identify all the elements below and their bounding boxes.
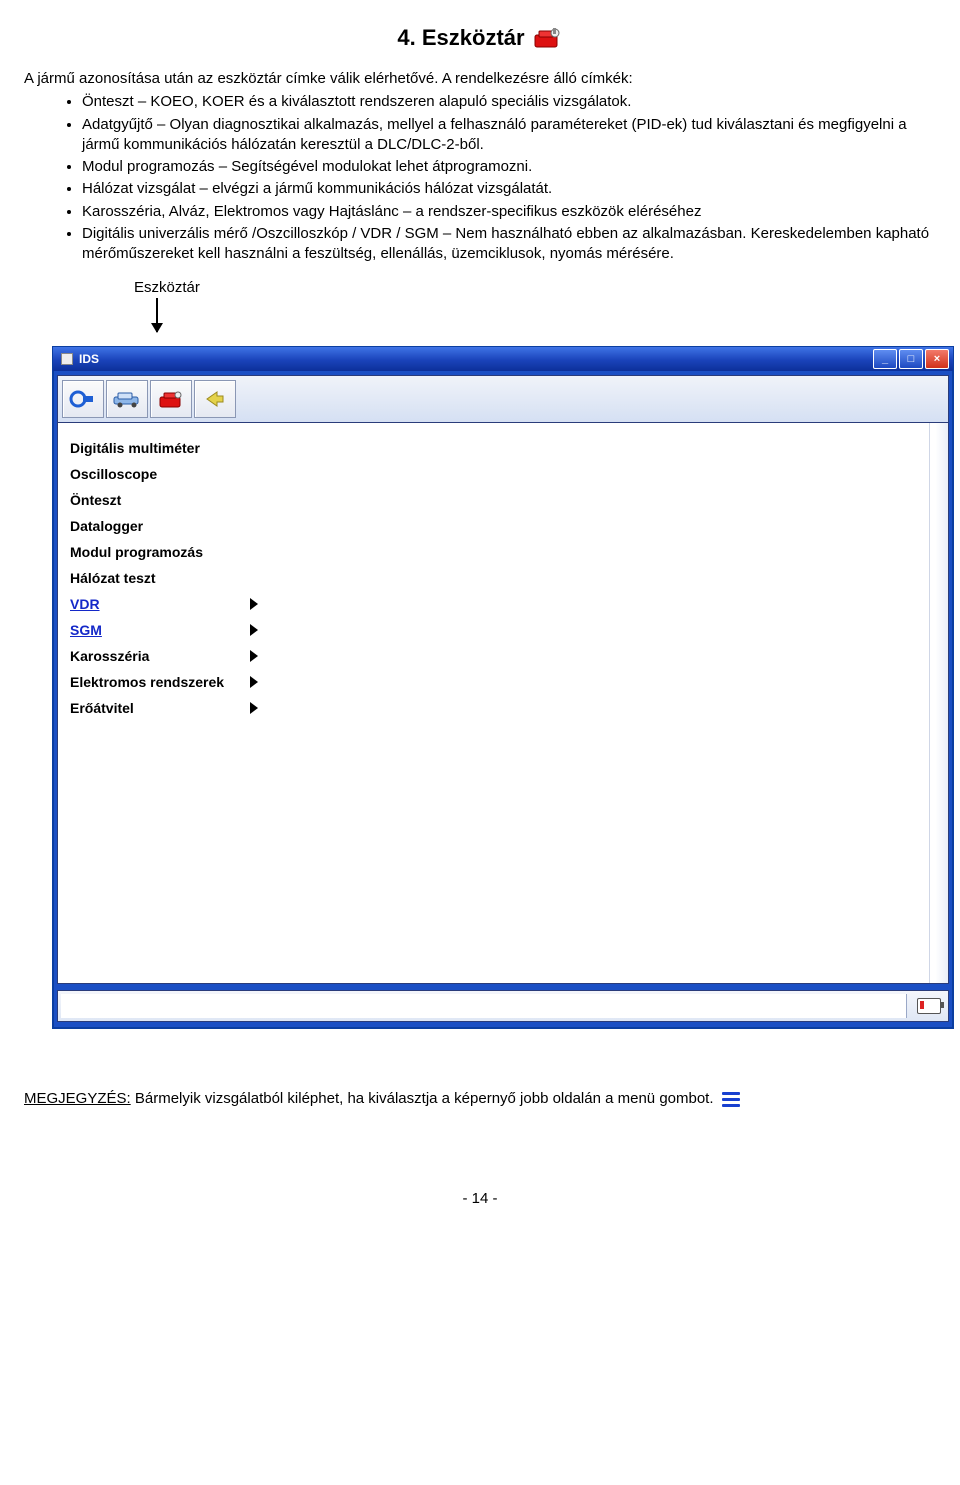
app-icon [61, 353, 73, 365]
submenu-arrow-icon [250, 676, 258, 688]
note-text: Bármelyik vizsgálatból kiléphet, ha kivá… [135, 1090, 714, 1107]
menu-item-label: Elektromos rendszerek [70, 674, 224, 690]
vehicle-connect-button[interactable] [62, 380, 104, 418]
menu-item-label: Karosszéria [70, 648, 149, 664]
submenu-arrow-icon [250, 598, 258, 610]
menu-item-oscilloscope[interactable]: Oscilloscope [58, 461, 268, 487]
content-area: Digitális multiméter Oscilloscope Öntesz… [57, 423, 949, 984]
menu-item-datalogger[interactable]: Datalogger [58, 513, 268, 539]
menu-item-multimeter[interactable]: Digitális multiméter [58, 435, 268, 461]
page-heading: 4. Eszköztár [24, 24, 936, 51]
menu-item-network-test[interactable]: Hálózat teszt [58, 565, 268, 591]
minimize-glyph: _ [882, 353, 888, 365]
tool-menu: Digitális multiméter Oscilloscope Öntesz… [58, 423, 268, 729]
maximize-button[interactable]: □ [899, 349, 923, 369]
callout-label: Eszköztár [134, 279, 936, 296]
note-label: MEGJEGYZÉS: [24, 1090, 131, 1107]
menu-icon [722, 1092, 740, 1107]
menu-item-label: Hálózat teszt [70, 570, 156, 586]
toolbox-icon [158, 388, 184, 410]
titlebar[interactable]: IDS _ □ × [53, 347, 953, 371]
car-icon [112, 389, 142, 409]
page-number: - 14 - [24, 1190, 936, 1207]
close-button[interactable]: × [925, 349, 949, 369]
menu-item-label: Önteszt [70, 492, 121, 508]
ids-window: IDS _ □ × [52, 346, 954, 1029]
bullet-list: Önteszt – KOEO, KOER és a kiválasztott r… [24, 91, 936, 265]
previous-button[interactable] [194, 380, 236, 418]
statusbar [57, 990, 949, 1022]
vehicle-select-button[interactable] [106, 380, 148, 418]
submenu-arrow-icon [250, 650, 258, 662]
menu-item-electrical[interactable]: Elektromos rendszerek [58, 669, 268, 695]
menu-item-body[interactable]: Karosszéria [58, 643, 268, 669]
menu-item-label: Modul programozás [70, 544, 203, 560]
list-item: Karosszéria, Alváz, Elektromos vagy Hajt… [82, 201, 936, 223]
submenu-arrow-icon [250, 624, 258, 636]
heading-text: 4. Eszköztár [397, 25, 524, 51]
menu-item-label: SGM [70, 622, 102, 638]
menu-item-selftest[interactable]: Önteszt [58, 487, 268, 513]
list-item: Önteszt – KOEO, KOER és a kiválasztott r… [82, 91, 936, 113]
toolbar [57, 375, 949, 423]
close-glyph: × [934, 353, 940, 365]
menu-item-label: Datalogger [70, 518, 143, 534]
menu-item-vdr[interactable]: VDR [58, 591, 268, 617]
list-item: Modul programozás – Segítségével modulok… [82, 156, 936, 178]
back-arrow-icon [203, 389, 227, 409]
maximize-glyph: □ [908, 353, 915, 365]
menu-item-label: Digitális multiméter [70, 440, 200, 456]
list-item: Hálózat vizsgálat – elvégzi a jármű komm… [82, 178, 936, 200]
window-title: IDS [79, 352, 99, 366]
menu-item-powertrain[interactable]: Erőátvitel [58, 695, 268, 721]
toolbox-button[interactable] [150, 380, 192, 418]
menu-item-label: Oscilloscope [70, 466, 157, 482]
intro-paragraph: A jármű azonosítása után az eszköztár cí… [24, 69, 936, 89]
battery-icon [917, 998, 941, 1014]
menu-item-module-programming[interactable]: Modul programozás [58, 539, 268, 565]
menu-item-label: VDR [70, 596, 100, 612]
submenu-arrow-icon [250, 702, 258, 714]
menu-item-sgm[interactable]: SGM [58, 617, 268, 643]
list-item: Digitális univerzális mérő /Oszcilloszkó… [82, 223, 936, 266]
list-item: Adatgyűjtő – Olyan diagnosztikai alkalma… [82, 114, 936, 157]
menu-item-label: Erőátvitel [70, 700, 134, 716]
battery-indicator [910, 991, 948, 1021]
connector-icon [69, 388, 97, 410]
toolbox-icon [533, 24, 563, 51]
status-message-area [61, 994, 907, 1018]
note-paragraph: MEGJEGYZÉS: Bármelyik vizsgálatból kilép… [24, 1089, 936, 1109]
minimize-button[interactable]: _ [873, 349, 897, 369]
arrow-down-icon [156, 298, 936, 346]
right-gutter [929, 423, 948, 983]
